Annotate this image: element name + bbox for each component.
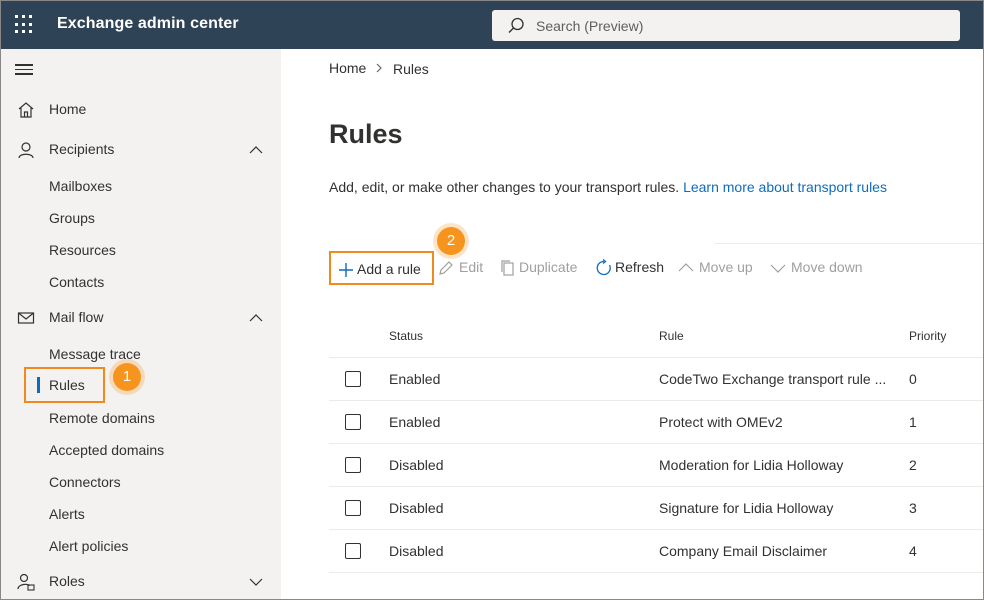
column-header-rule[interactable]: Rule (659, 329, 684, 343)
refresh-label: Refresh (615, 259, 665, 275)
table-row[interactable]: Disabled Moderation for Lidia Holloway 2 (329, 443, 983, 486)
pencil-icon (439, 261, 453, 275)
main-content: Home Rules Rules Add, edit, or make othe… (281, 49, 983, 599)
row-checkbox[interactable] (345, 414, 361, 430)
divider (715, 243, 983, 244)
cell-priority: 4 (909, 543, 917, 559)
cell-status: Disabled (389, 543, 444, 559)
table-row[interactable]: Disabled Signature for Lidia Holloway 3 (329, 486, 983, 529)
table-row[interactable]: Disabled Company Email Disclaimer 4 (329, 529, 983, 572)
page-title: Rules (329, 119, 403, 149)
page-description: Add, edit, or make other changes to your… (329, 179, 887, 195)
nav-rules-label: Rules (49, 377, 85, 393)
cell-rule[interactable]: Signature for Lidia Holloway (659, 500, 833, 516)
nav-resources[interactable]: Resources (49, 242, 116, 258)
nav-contacts[interactable]: Contacts (49, 274, 104, 290)
column-header-status[interactable]: Status (389, 329, 423, 343)
app-window: Exchange admin center Search (Preview) H… (0, 0, 984, 600)
edit-button[interactable]: Edit (437, 251, 487, 285)
cell-rule[interactable]: Protect with OMEv2 (659, 414, 783, 430)
refresh-icon (596, 259, 611, 276)
nav-recipients[interactable]: Recipients (1, 135, 281, 165)
sidebar: Home Recipients Mailboxes Groups Resourc… (1, 49, 281, 599)
mail-icon (17, 312, 35, 324)
chevron-down-icon[interactable] (249, 575, 263, 589)
chevron-down-icon (770, 264, 786, 273)
chevron-right-icon (376, 63, 382, 73)
nav-home-label: Home (49, 101, 87, 117)
top-bar: Exchange admin center Search (Preview) (1, 1, 983, 49)
person-icon (18, 142, 34, 159)
learn-more-link[interactable]: Learn more about transport rules (683, 179, 887, 195)
move-down-label: Move down (791, 259, 863, 275)
toolbar: Add a rule Edit Duplicate Refresh Move u… (329, 251, 983, 285)
duplicate-button[interactable]: Duplicate (497, 251, 587, 285)
table-row[interactable]: Enabled CodeTwo Exchange transport rule … (329, 357, 983, 400)
nav-groups[interactable]: Groups (49, 210, 95, 226)
move-up-label: Move up (699, 259, 753, 275)
cell-priority: 1 (909, 414, 917, 430)
row-checkbox[interactable] (345, 371, 361, 387)
callout-1: 1 (113, 363, 141, 391)
cell-priority: 2 (909, 457, 917, 473)
chevron-up-icon[interactable] (249, 143, 263, 157)
edit-label: Edit (459, 259, 484, 275)
nav-home[interactable]: Home (1, 95, 281, 125)
plus-icon (339, 263, 353, 277)
nav-alert-policies[interactable]: Alert policies (49, 538, 128, 554)
move-down-button[interactable]: Move down (769, 251, 869, 285)
roles-icon (17, 573, 35, 591)
nav-roles[interactable]: Roles (1, 567, 281, 597)
nav-mail-flow-label: Mail flow (49, 309, 104, 325)
refresh-button[interactable]: Refresh (593, 251, 668, 285)
nav-recipients-label: Recipients (49, 141, 115, 157)
column-header-priority[interactable]: Priority (909, 329, 946, 343)
nav-rules[interactable]: Rules (24, 367, 105, 403)
hamburger-menu-icon[interactable] (15, 64, 33, 76)
add-rule-label: Add a rule (357, 261, 421, 277)
search-icon (508, 17, 524, 33)
nav-accepted-domains[interactable]: Accepted domains (49, 442, 164, 458)
home-icon (18, 102, 34, 118)
cell-priority: 0 (909, 371, 917, 387)
table-row[interactable]: Enabled Protect with OMEv2 1 (329, 400, 983, 443)
app-title[interactable]: Exchange admin center (57, 15, 239, 33)
add-rule-button[interactable]: Add a rule (329, 251, 434, 285)
chevron-up-icon[interactable] (249, 311, 263, 325)
move-up-button[interactable]: Move up (677, 251, 762, 285)
chevron-up-icon (678, 263, 694, 272)
app-launcher-icon[interactable] (15, 15, 35, 35)
row-checkbox[interactable] (345, 457, 361, 473)
nav-message-trace[interactable]: Message trace (49, 346, 141, 362)
cell-rule[interactable]: Company Email Disclaimer (659, 543, 827, 559)
duplicate-label: Duplicate (519, 259, 578, 275)
cell-status: Enabled (389, 371, 441, 387)
cell-status: Enabled (389, 414, 441, 430)
row-checkbox[interactable] (345, 543, 361, 559)
nav-connectors[interactable]: Connectors (49, 474, 121, 490)
nav-mail-flow[interactable]: Mail flow (1, 303, 281, 333)
table-bottom-border (329, 572, 983, 573)
cell-priority: 3 (909, 500, 917, 516)
nav-alerts[interactable]: Alerts (49, 506, 85, 522)
nav-mailboxes[interactable]: Mailboxes (49, 178, 112, 194)
breadcrumb-home[interactable]: Home (329, 60, 366, 76)
cell-status: Disabled (389, 500, 444, 516)
breadcrumb-current: Rules (393, 61, 429, 77)
description-text: Add, edit, or make other changes to your… (329, 179, 680, 195)
cell-rule[interactable]: CodeTwo Exchange transport rule ... (659, 371, 886, 387)
selected-indicator (37, 377, 40, 393)
search-box[interactable]: Search (Preview) (492, 10, 960, 41)
cell-status: Disabled (389, 457, 444, 473)
row-checkbox[interactable] (345, 500, 361, 516)
cell-rule[interactable]: Moderation for Lidia Holloway (659, 457, 843, 473)
nav-remote-domains[interactable]: Remote domains (49, 410, 155, 426)
copy-icon (501, 260, 514, 276)
search-input[interactable]: Search (Preview) (536, 18, 643, 34)
nav-roles-label: Roles (49, 573, 85, 589)
